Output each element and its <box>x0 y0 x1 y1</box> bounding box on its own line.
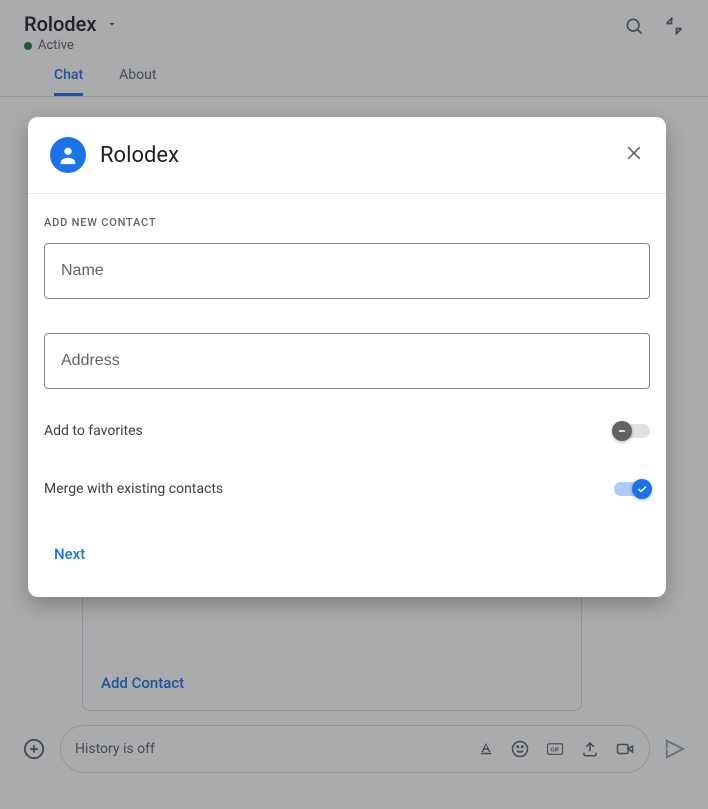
section-label: ADD NEW CONTACT <box>44 216 650 229</box>
dialog-body: ADD NEW CONTACT Add to favorites Merge w… <box>28 194 666 597</box>
person-icon <box>50 137 86 173</box>
name-field[interactable] <box>44 243 650 299</box>
dialog-header: Rolodex <box>28 117 666 194</box>
merge-toggle-row: Merge with existing contacts <box>44 481 650 497</box>
close-icon[interactable] <box>624 143 644 167</box>
favorites-toggle-row: Add to favorites <box>44 423 650 439</box>
favorites-toggle[interactable] <box>614 424 650 438</box>
minus-icon <box>612 421 632 441</box>
next-button[interactable]: Next <box>44 539 95 569</box>
check-icon <box>632 479 652 499</box>
address-field[interactable] <box>44 333 650 389</box>
add-contact-dialog: Rolodex ADD NEW CONTACT Add to favorites… <box>28 117 666 597</box>
merge-toggle[interactable] <box>614 482 650 496</box>
favorites-toggle-label: Add to favorites <box>44 423 143 439</box>
merge-toggle-label: Merge with existing contacts <box>44 481 223 497</box>
dialog-title: Rolodex <box>100 143 624 168</box>
